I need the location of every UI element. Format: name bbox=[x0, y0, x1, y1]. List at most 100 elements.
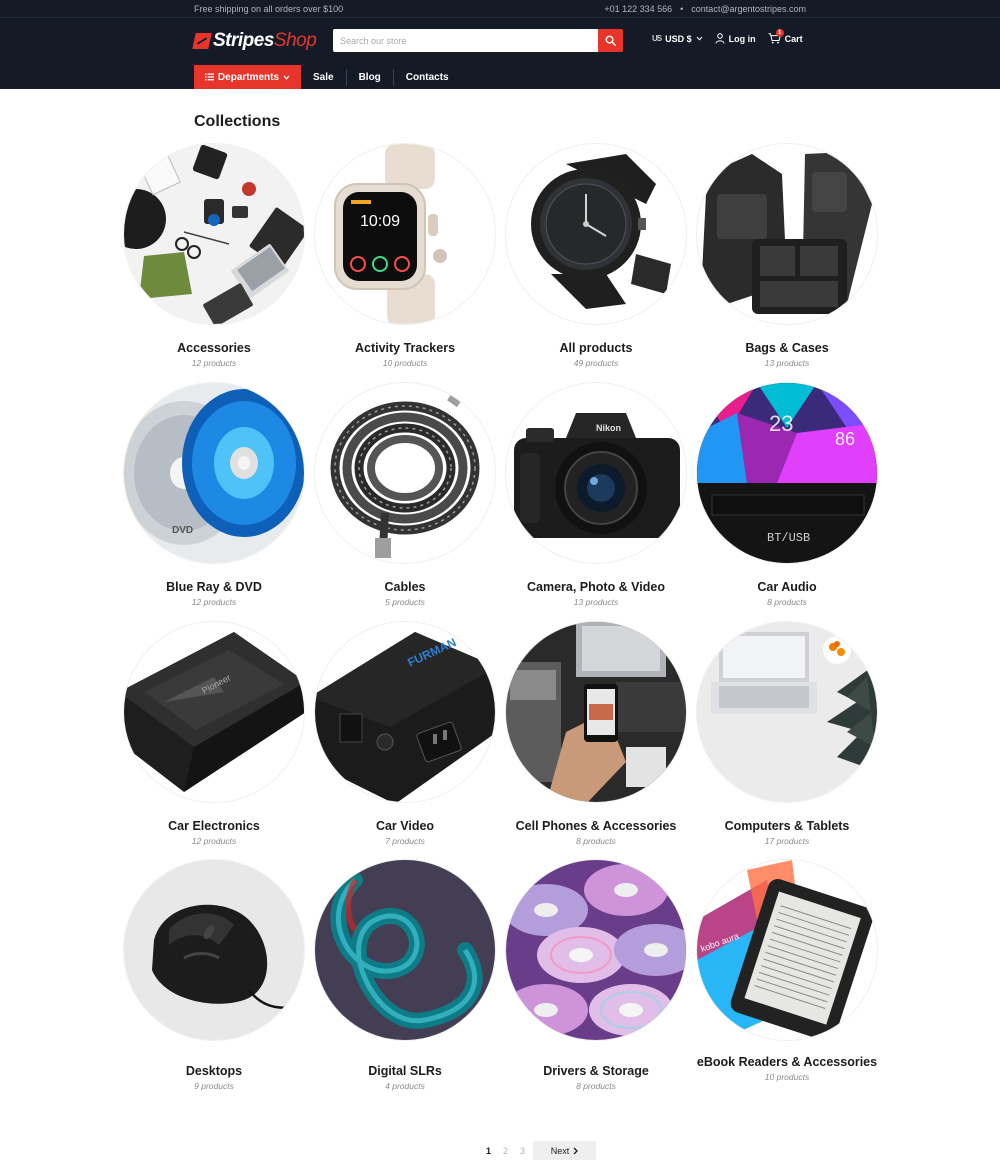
collection-title[interactable]: Cell Phones & Accessories bbox=[505, 817, 687, 835]
departments-button[interactable]: Departments bbox=[194, 65, 301, 89]
collection-title[interactable]: Cables bbox=[314, 578, 496, 596]
cart-count-badge: 1 bbox=[775, 29, 784, 37]
phone-number[interactable]: +01 122 334 566 bbox=[604, 4, 672, 14]
flag-icon: US bbox=[652, 34, 662, 43]
menu-list-icon bbox=[204, 73, 214, 81]
collection-title[interactable]: eBook Readers & Accessories bbox=[696, 1053, 878, 1071]
collection-image[interactable]: 10:09 bbox=[314, 143, 496, 325]
dslr-camera-image: Nikon bbox=[506, 383, 686, 563]
camera-bag-image bbox=[697, 144, 877, 324]
search-icon bbox=[605, 35, 616, 46]
cds-pile-image bbox=[506, 860, 686, 1040]
collection-image[interactable] bbox=[696, 621, 878, 803]
collection-card-ebook-readers[interactable]: kobo aura eBook Readers & Accessories 10… bbox=[696, 859, 878, 1082]
collection-card-bags-cases[interactable]: Bags & Cases 13 products bbox=[696, 143, 878, 368]
collection-image[interactable] bbox=[696, 143, 878, 325]
collection-card-drivers-storage[interactable]: Drivers & Storage 8 products bbox=[505, 859, 687, 1091]
site-header: Free shipping on all orders over $100 +0… bbox=[0, 0, 1000, 89]
pagination: 1 2 3 Next bbox=[480, 1141, 596, 1160]
shipping-notice: Free shipping on all orders over $100 bbox=[194, 4, 344, 14]
collection-count: 8 products bbox=[576, 1081, 616, 1091]
collection-card-digital-slrs[interactable]: Digital SLRs 4 products bbox=[314, 859, 496, 1091]
next-label: Next bbox=[550, 1145, 570, 1156]
collection-title[interactable]: Blue Ray & DVD bbox=[123, 578, 305, 596]
currency-selector[interactable]: US USD $ bbox=[652, 34, 703, 44]
collection-count: 12 products bbox=[191, 836, 237, 846]
ereader-image: kobo aura bbox=[697, 860, 877, 1040]
collection-title[interactable]: Accessories bbox=[123, 339, 305, 357]
collection-image[interactable] bbox=[123, 859, 305, 1041]
hdmi-cable-image bbox=[315, 383, 495, 563]
main-nav: Departments Sale Blog Contacts bbox=[194, 65, 461, 89]
collection-image[interactable]: FURMAN bbox=[314, 621, 496, 803]
store-logo[interactable]: StripesShop bbox=[192, 28, 317, 54]
collection-card-camera-photo-video[interactable]: Nikon Camera, Photo & Video 13 products bbox=[505, 382, 687, 607]
collection-image[interactable] bbox=[314, 382, 496, 564]
collection-count: 12 products bbox=[191, 597, 237, 607]
cart-icon-wrap: 1 bbox=[768, 29, 784, 44]
accessories-flatlay-image bbox=[124, 144, 304, 324]
collection-image[interactable]: DVD bbox=[123, 382, 305, 564]
discs-image: DVD bbox=[124, 383, 304, 563]
collection-title[interactable]: Desktops bbox=[123, 1062, 305, 1080]
collection-card-activity-trackers[interactable]: 10:09 Activity Trackers 10 products bbox=[314, 143, 496, 368]
collection-card-cables[interactable]: Cables 5 products bbox=[314, 382, 496, 607]
collection-image[interactable]: Pioneer bbox=[123, 621, 305, 803]
collection-title[interactable]: Drivers & Storage bbox=[505, 1062, 687, 1080]
svg-text:DVD: DVD bbox=[172, 525, 193, 536]
login-link[interactable]: Log in bbox=[715, 33, 756, 44]
next-page-button[interactable]: Next bbox=[533, 1141, 596, 1160]
collection-title[interactable]: Bags & Cases bbox=[696, 339, 878, 357]
search-input[interactable] bbox=[333, 29, 598, 52]
collection-image[interactable] bbox=[505, 859, 687, 1041]
nav-link-sale[interactable]: Sale bbox=[301, 69, 346, 86]
page-1-link[interactable]: 1 bbox=[480, 1146, 497, 1156]
contact-info: +01 122 334 566 • contact@argentostripes… bbox=[604, 4, 806, 14]
wristwatch-image bbox=[506, 144, 686, 324]
collection-card-car-audio[interactable]: 23 86 BT/USB Car Audio 8 products bbox=[696, 382, 878, 607]
collection-count: 10 products bbox=[764, 1072, 810, 1082]
collection-count: 13 products bbox=[573, 597, 619, 607]
collection-card-desktops[interactable]: Desktops 9 products bbox=[123, 859, 305, 1091]
page-title: Collections bbox=[194, 113, 281, 130]
collection-card-computers-tablets[interactable]: Computers & Tablets 17 products bbox=[696, 621, 878, 846]
collection-card-accessories[interactable]: Accessories 12 products bbox=[123, 143, 305, 368]
collection-title[interactable]: Computers & Tablets bbox=[696, 817, 878, 835]
email-link[interactable]: contact@argentostripes.com bbox=[691, 4, 806, 14]
collection-image[interactable]: 23 86 BT/USB bbox=[696, 382, 878, 564]
collection-image[interactable] bbox=[505, 143, 687, 325]
nav-link-blog[interactable]: Blog bbox=[345, 68, 393, 86]
collection-title[interactable]: Activity Trackers bbox=[314, 339, 496, 357]
user-icon bbox=[715, 33, 725, 44]
power-conditioner-image: FURMAN bbox=[315, 622, 495, 802]
logo-stripe-icon bbox=[192, 33, 212, 49]
nav-link-contacts[interactable]: Contacts bbox=[392, 68, 461, 86]
collection-count: 49 products bbox=[573, 358, 619, 368]
collection-title[interactable]: Car Audio bbox=[696, 578, 878, 596]
cart-link[interactable]: 1 Cart bbox=[768, 29, 803, 44]
collection-title[interactable]: All products bbox=[505, 339, 687, 357]
collection-title[interactable]: Camera, Photo & Video bbox=[505, 578, 687, 596]
collection-image[interactable] bbox=[314, 859, 496, 1041]
collection-card-blue-ray-dvd[interactable]: DVD Blue Ray & DVD 12 products bbox=[123, 382, 305, 607]
page-2-link[interactable]: 2 bbox=[497, 1146, 514, 1156]
collection-title[interactable]: Digital SLRs bbox=[314, 1062, 496, 1080]
collection-title[interactable]: Car Video bbox=[314, 817, 496, 835]
collection-title[interactable]: Car Electronics bbox=[123, 817, 305, 835]
collection-count: 9 products bbox=[194, 1081, 234, 1091]
collection-card-car-electronics[interactable]: Pioneer Car Electronics 12 products bbox=[123, 621, 305, 846]
chevron-down-icon bbox=[696, 36, 703, 41]
collection-card-all-products[interactable]: All products 49 products bbox=[505, 143, 687, 368]
collection-count: 5 products bbox=[385, 597, 425, 607]
collection-count: 8 products bbox=[576, 836, 616, 846]
collection-image[interactable] bbox=[123, 143, 305, 325]
collection-image[interactable]: kobo aura bbox=[696, 859, 878, 1041]
phone-in-hand-image bbox=[506, 622, 686, 802]
collection-count: 7 products bbox=[385, 836, 425, 846]
collection-image[interactable] bbox=[505, 621, 687, 803]
search-button[interactable] bbox=[598, 29, 623, 52]
collection-card-cell-phones[interactable]: Cell Phones & Accessories 8 products bbox=[505, 621, 687, 846]
page-3-link[interactable]: 3 bbox=[514, 1146, 531, 1156]
collection-card-car-video[interactable]: FURMAN Car Video 7 products bbox=[314, 621, 496, 846]
collection-image[interactable]: Nikon bbox=[505, 382, 687, 564]
